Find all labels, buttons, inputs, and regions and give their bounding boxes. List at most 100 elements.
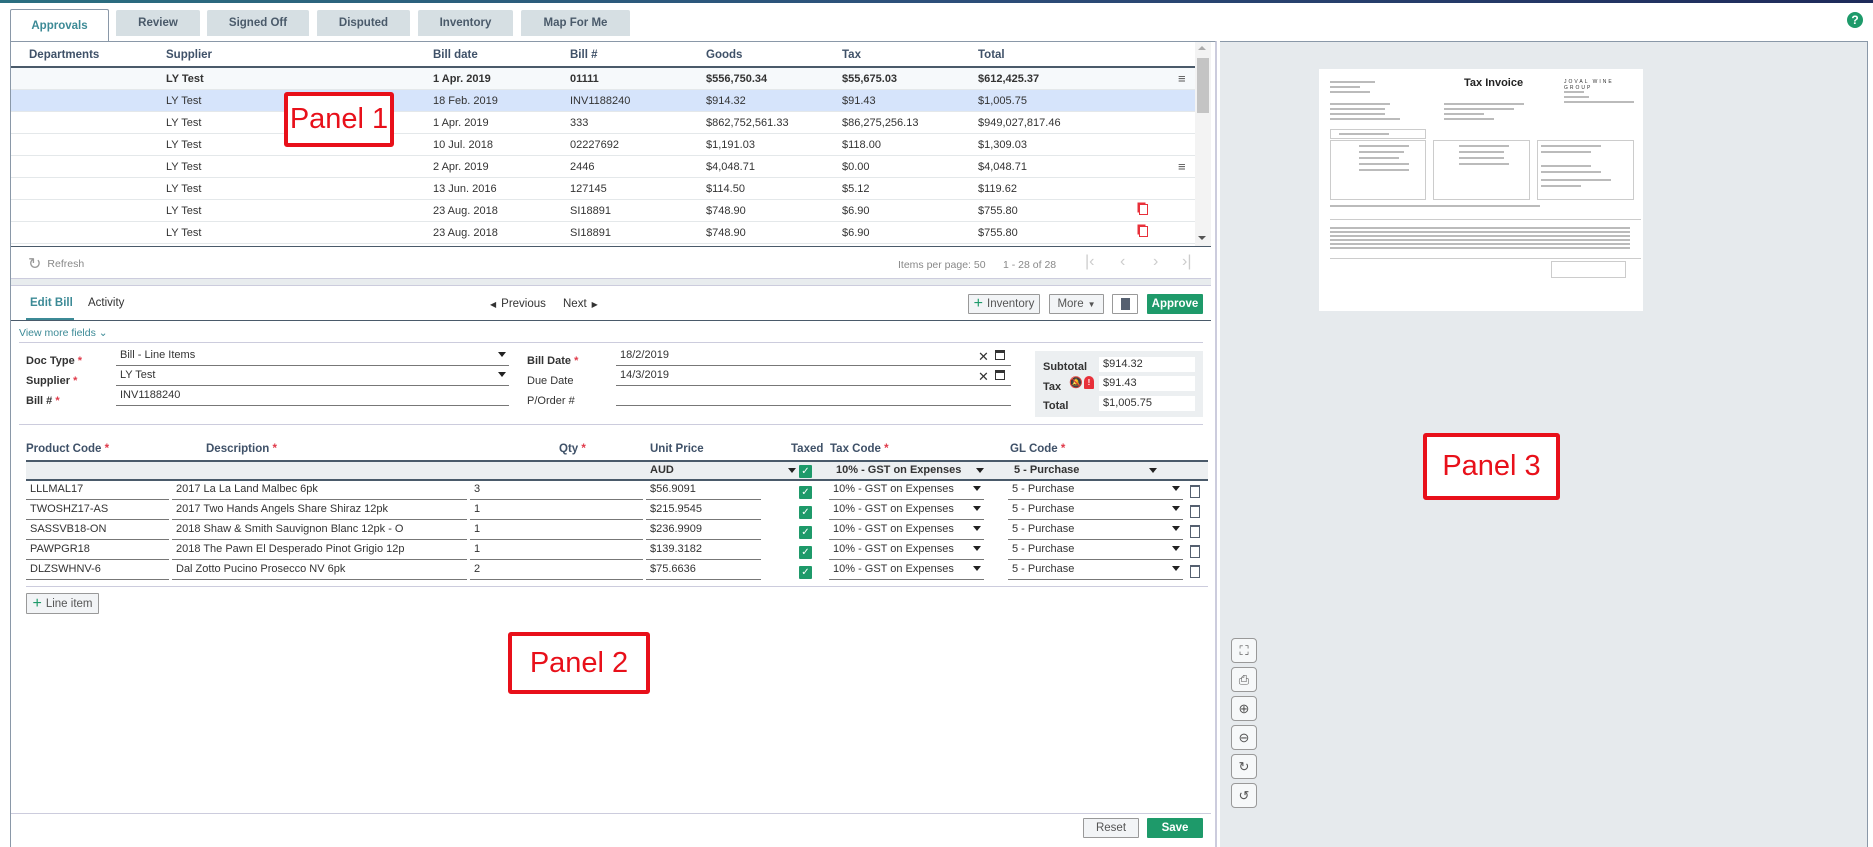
table-row[interactable]: LY Test 2 Apr. 2019 2446 $4,048.71 $0.00… xyxy=(11,156,1195,178)
fullscreen-icon[interactable]: ⛶ xyxy=(1231,638,1257,663)
unit-price-input[interactable]: $75.6636 xyxy=(646,562,761,580)
previous-button[interactable]: ◀ Previous xyxy=(490,298,546,311)
tab-activity[interactable]: Activity xyxy=(88,297,124,309)
supplier-select[interactable]: LY Test xyxy=(116,368,509,386)
bill-date-input[interactable]: 18/2/2019 xyxy=(616,348,1011,366)
more-dropdown[interactable]: More ▼ xyxy=(1049,294,1104,314)
grid-scrollbar[interactable] xyxy=(1195,42,1211,246)
add-line-item-button[interactable]: + Line item xyxy=(26,593,99,614)
scroll-thumb[interactable] xyxy=(1197,58,1209,113)
qty-input[interactable]: 1 xyxy=(470,542,643,560)
description-input[interactable]: Dal Zotto Pucino Prosecco NV 6pk xyxy=(172,562,467,580)
unit-price-input[interactable]: $215.9545 xyxy=(646,502,761,520)
taxed-checkbox[interactable]: ✓ xyxy=(799,526,812,539)
col-bill-number[interactable]: Bill # xyxy=(570,49,597,61)
tab-review[interactable]: Review xyxy=(116,10,200,36)
product-code-input[interactable]: TWOSHZ17-AS xyxy=(26,502,169,520)
col-tax[interactable]: Tax xyxy=(842,49,861,61)
tax-code-select[interactable]: 10% - GST on Expenses xyxy=(829,562,984,580)
help-icon[interactable]: ? xyxy=(1847,12,1863,28)
col-departments[interactable]: Departments xyxy=(29,49,99,61)
rotate-right-icon[interactable]: ↻ xyxy=(1231,754,1257,779)
product-code-input[interactable]: DLZSWHNV-6 xyxy=(26,562,169,580)
bill-number-input[interactable]: INV1188240 xyxy=(116,388,509,406)
duplicate-icon[interactable] xyxy=(1139,226,1148,237)
description-input[interactable]: 2018 The Pawn El Desperado Pinot Grigio … xyxy=(172,542,467,560)
qty-input[interactable]: 1 xyxy=(470,502,643,520)
last-page-icon[interactable]: ›| xyxy=(1182,253,1191,271)
alert-bell-icon[interactable]: ! xyxy=(1084,376,1094,389)
po-input[interactable] xyxy=(616,388,1011,406)
approve-button[interactable]: Approve xyxy=(1147,294,1203,314)
next-page-icon[interactable]: › xyxy=(1153,253,1158,271)
view-more-fields-link[interactable]: View more fields ⌄ xyxy=(19,327,108,339)
col-goods[interactable]: Goods xyxy=(706,49,742,61)
taxed-checkbox[interactable]: ✓ xyxy=(799,486,812,499)
gl-code-select[interactable]: 5 - Purchase xyxy=(1008,522,1183,540)
table-row[interactable]: LY Test 1 Apr. 2019 333 $862,752,561.33 … xyxy=(11,112,1195,134)
delete-button[interactable] xyxy=(1112,294,1138,314)
tax-code-select[interactable]: 10% - GST on Expenses xyxy=(829,482,984,500)
taxed-checkbox[interactable]: ✓ xyxy=(799,566,812,579)
zoom-out-icon[interactable]: ⊖ xyxy=(1231,725,1257,750)
zoom-in-icon[interactable]: ⊕ xyxy=(1231,696,1257,721)
next-button[interactable]: Next ▶ xyxy=(563,298,598,311)
delete-line-icon[interactable] xyxy=(1190,505,1200,518)
gl-code-select[interactable]: 5 - Purchase xyxy=(1008,482,1183,500)
tab-disputed[interactable]: Disputed xyxy=(317,10,410,36)
items-per-page[interactable]: Items per page: 50 xyxy=(898,259,986,271)
rotate-left-icon[interactable]: ↺ xyxy=(1231,783,1257,808)
invoice-preview-image[interactable]: Tax Invoice JOVAL WINE GROUP xyxy=(1319,69,1643,311)
qty-input[interactable]: 2 xyxy=(470,562,643,580)
col-bill-date[interactable]: Bill date xyxy=(433,49,478,61)
tab-inventory[interactable]: Inventory xyxy=(418,10,513,36)
delete-line-icon[interactable] xyxy=(1190,565,1200,578)
gl-code-select[interactable]: 5 - Purchase xyxy=(1008,502,1183,520)
default-tax-code-select[interactable]: 10% - GST on Expenses xyxy=(832,464,987,479)
product-code-input[interactable]: LLLMAL17 xyxy=(26,482,169,500)
unit-price-input[interactable]: $139.3182 xyxy=(646,542,761,560)
table-row[interactable]: LY Test 13 Jun. 2016 127145 $114.50 $5.1… xyxy=(11,178,1195,200)
table-row[interactable]: LY Test 23 Aug. 2018 SI18891 $748.90 $6.… xyxy=(11,200,1195,222)
refresh-button[interactable]: ↻ Refresh xyxy=(28,254,84,274)
clear-icon[interactable]: ✕ xyxy=(978,369,989,385)
col-supplier[interactable]: Supplier xyxy=(166,49,212,61)
notes-icon[interactable]: ≡ xyxy=(1178,71,1186,86)
tab-approvals[interactable]: Approvals xyxy=(10,9,109,42)
add-inventory-button[interactable]: + Inventory xyxy=(968,294,1040,314)
first-page-icon[interactable]: |‹ xyxy=(1085,253,1094,271)
delete-line-icon[interactable] xyxy=(1190,485,1200,498)
taxed-checkbox[interactable]: ✓ xyxy=(799,546,812,559)
tax-code-select[interactable]: 10% - GST on Expenses xyxy=(829,502,984,520)
gl-code-select[interactable]: 5 - Purchase xyxy=(1008,562,1183,580)
taxed-checkbox[interactable]: ✓ xyxy=(799,506,812,519)
table-row[interactable]: LY Test 1 Apr. 2019 01111 $556,750.34 $5… xyxy=(11,68,1195,90)
col-total[interactable]: Total xyxy=(978,49,1005,61)
save-button[interactable]: Save xyxy=(1147,818,1203,838)
bell-off-icon[interactable]: 🔕 xyxy=(1069,376,1083,389)
table-row[interactable]: LY Test 10 Jul. 2018 02227692 $1,191.03 … xyxy=(11,134,1195,156)
table-row[interactable]: LY Test 18 Feb. 2019 INV1188240 $914.32 … xyxy=(11,90,1195,112)
reset-button[interactable]: Reset xyxy=(1083,818,1139,838)
description-input[interactable]: 2018 Shaw & Smith Sauvignon Blanc 12pk -… xyxy=(172,522,467,540)
product-code-input[interactable]: PAWPGR18 xyxy=(26,542,169,560)
tax-code-select[interactable]: 10% - GST on Expenses xyxy=(829,542,984,560)
unit-price-input[interactable]: $236.9909 xyxy=(646,522,761,540)
calendar-icon[interactable] xyxy=(995,350,1005,360)
scroll-down-icon[interactable] xyxy=(1198,236,1206,240)
duplicate-icon[interactable] xyxy=(1139,204,1148,215)
prev-page-icon[interactable]: ‹ xyxy=(1120,253,1125,271)
print-icon[interactable]: ⎙ xyxy=(1231,667,1257,692)
clear-icon[interactable]: ✕ xyxy=(978,349,989,365)
qty-input[interactable]: 1 xyxy=(470,522,643,540)
tab-signed-off[interactable]: Signed Off xyxy=(207,10,309,36)
tab-map-for-me[interactable]: Map For Me xyxy=(521,10,630,36)
tax-code-select[interactable]: 10% - GST on Expenses xyxy=(829,522,984,540)
taxed-all-checkbox[interactable]: ✓ xyxy=(799,465,812,478)
panel-resize-handle[interactable] xyxy=(1216,41,1217,847)
gl-code-select[interactable]: 5 - Purchase xyxy=(1008,542,1183,560)
scroll-up-icon[interactable] xyxy=(1198,46,1206,50)
description-input[interactable]: 2017 La La Land Malbec 6pk xyxy=(172,482,467,500)
description-input[interactable]: 2017 Two Hands Angels Share Shiraz 12pk xyxy=(172,502,467,520)
delete-line-icon[interactable] xyxy=(1190,525,1200,538)
